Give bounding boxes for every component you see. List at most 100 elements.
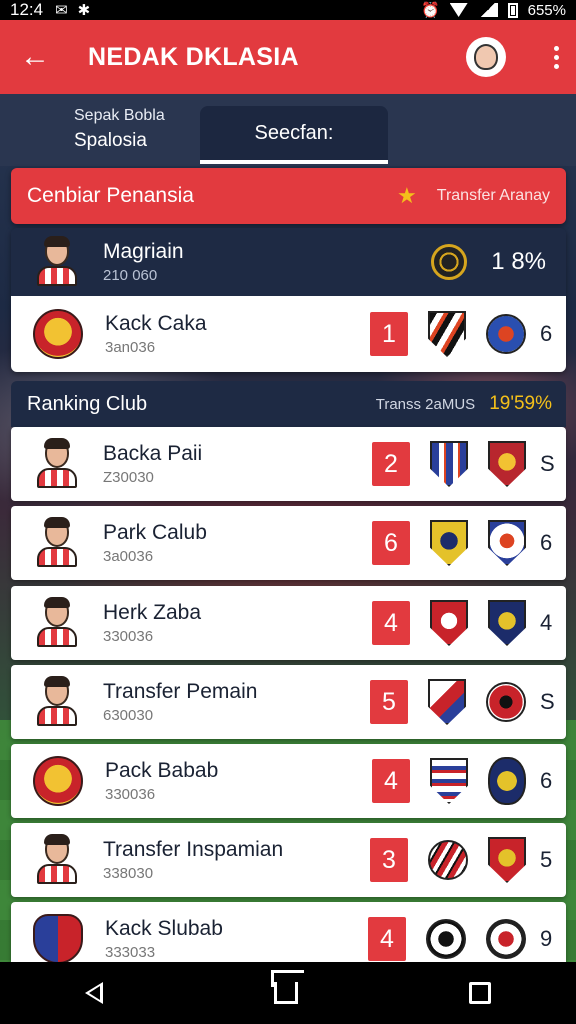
team-badge-icon (488, 757, 526, 805)
rank-badge: 1 (370, 312, 408, 356)
row-name: Herk Zaba (103, 601, 202, 624)
notification-icon: ✱ (77, 2, 91, 19)
count-value: 6 (540, 530, 553, 555)
nav-home-icon[interactable] (273, 982, 298, 1004)
player-name: Magriain (103, 240, 184, 263)
count-value: 5 (540, 847, 553, 872)
nav-recents-icon[interactable] (468, 982, 491, 1004)
team-shield-icon (430, 600, 468, 646)
app-bar: ← NEDAK DKLASIA (0, 20, 576, 94)
ranking-title: Ranking Club (27, 392, 148, 415)
team-shield-icon (428, 311, 466, 357)
count-value: 6 (540, 321, 553, 346)
club-code: 3an036 (105, 339, 156, 356)
ranking-row[interactable]: Backa Paii Z30030 2 S (11, 427, 566, 501)
count-value: 9 (540, 926, 553, 951)
row-code: 330036 (103, 628, 154, 645)
signal-icon (477, 3, 498, 17)
alarm-icon: ⏰ (420, 2, 440, 19)
team-badge-icon (486, 682, 526, 722)
row-name: Transfer Pemain (103, 680, 258, 703)
team-shield-icon (430, 520, 468, 566)
more-menu-icon[interactable] (536, 45, 576, 69)
team-badge-icon (426, 919, 466, 959)
ranking-transfer-label: Transs 2aMUS (375, 395, 476, 413)
profile-avatar[interactable] (466, 37, 506, 77)
tab-seecfan[interactable]: Seecfan: (200, 106, 388, 164)
ranking-row[interactable]: Transfer Pemain 630030 5 S (11, 665, 566, 739)
mail-icon: ✉ (55, 2, 68, 19)
status-bar: 12:4 ✉ ✱ ⏰ 655% (0, 0, 576, 20)
rank-badge: 5 (370, 680, 408, 724)
featured-card: Magriain 210 060 1 8% Kack Caka 3an036 1… (11, 228, 566, 372)
battery-level: 655% (527, 1, 566, 19)
team-badge-icon (428, 840, 468, 880)
featured-player-row[interactable]: Magriain 210 060 1 8% (11, 228, 566, 296)
rank-badge: 3 (370, 838, 408, 882)
ranking-percent: 19'59% (489, 393, 552, 414)
avatar-face-icon (474, 44, 498, 70)
ranking-row[interactable]: Pack Babab 330036 4 6 (11, 744, 566, 818)
ranking-row[interactable]: Transfer Inspamian 338030 3 5 (11, 823, 566, 897)
banner-title: Cenbiar Penansia (27, 184, 194, 207)
nav-back-icon[interactable] (85, 982, 104, 1004)
team-shield-icon (430, 441, 468, 487)
team-shield-icon (430, 758, 468, 804)
battery-icon (507, 2, 518, 18)
rank-badge: 4 (368, 917, 406, 961)
player-avatar (33, 676, 81, 728)
rank-badge: 6 (372, 521, 410, 565)
team-shield-icon (428, 679, 466, 725)
row-code: Z30030 (103, 469, 154, 486)
ranking-row[interactable]: Herk Zaba 330036 4 4 (11, 586, 566, 660)
count-value: 4 (540, 610, 553, 635)
row-name: Backa Paii (103, 442, 203, 465)
count-value: S (540, 689, 555, 714)
system-nav-bar (0, 962, 576, 1024)
star-icon[interactable]: ★ (397, 183, 417, 209)
team-shield-icon (488, 441, 526, 487)
count-value: S (540, 451, 555, 476)
count-value: 6 (540, 768, 553, 793)
player-avatar (33, 438, 81, 490)
team-badge-icon (486, 314, 526, 354)
player-avatar (33, 517, 81, 569)
featured-percent: 1 8% (491, 248, 546, 275)
status-time: 12:4 (10, 0, 44, 19)
row-name: Kack Slubab (105, 917, 223, 940)
team-shield-icon (488, 837, 526, 883)
team-shield-icon (488, 520, 526, 566)
team-shield-icon (488, 600, 526, 646)
club-crest-icon (33, 756, 83, 806)
player-avatar (33, 834, 81, 886)
section-banner[interactable]: Cenbiar Penansia ★ Transfer Aranay (11, 168, 566, 224)
featured-club-row[interactable]: Kack Caka 3an036 1 6 (11, 296, 566, 372)
row-code: 338030 (103, 865, 154, 882)
club-crest-icon (33, 914, 83, 964)
tab-bar: Sepak Bobla Spalosia Seecfan: (0, 94, 576, 166)
tab-label: Spalosia (74, 130, 147, 152)
gold-club-badge-icon (431, 244, 468, 280)
row-code: 330036 (105, 786, 156, 803)
team-badge-icon (486, 919, 526, 959)
tab-spalosia[interactable]: Sepak Bobla Spalosia (0, 106, 200, 153)
ranking-row[interactable]: Park Calub 3a0036 6 6 (11, 506, 566, 580)
page-title: NEDAK DKLASIA (88, 42, 299, 71)
rank-badge: 4 (372, 759, 410, 803)
row-name: Pack Babab (105, 759, 219, 782)
club-crest-icon (33, 309, 83, 359)
player-avatar (33, 597, 81, 649)
row-code: 3a0036 (103, 548, 154, 565)
player-code: 210 060 (103, 267, 158, 284)
back-arrow-icon[interactable]: ← (0, 40, 70, 74)
row-code: 333033 (105, 944, 156, 961)
club-name: Kack Caka (105, 312, 207, 335)
rank-badge: 2 (372, 442, 410, 486)
row-code: 630030 (103, 707, 154, 724)
tab-subtitle: Sepak Bobla (74, 107, 165, 125)
rank-badge: 4 (372, 601, 410, 645)
banner-right-label: Transfer Aranay (436, 187, 550, 204)
row-name: Park Calub (103, 521, 207, 544)
player-avatar (33, 236, 81, 288)
wifi-icon (449, 3, 468, 17)
